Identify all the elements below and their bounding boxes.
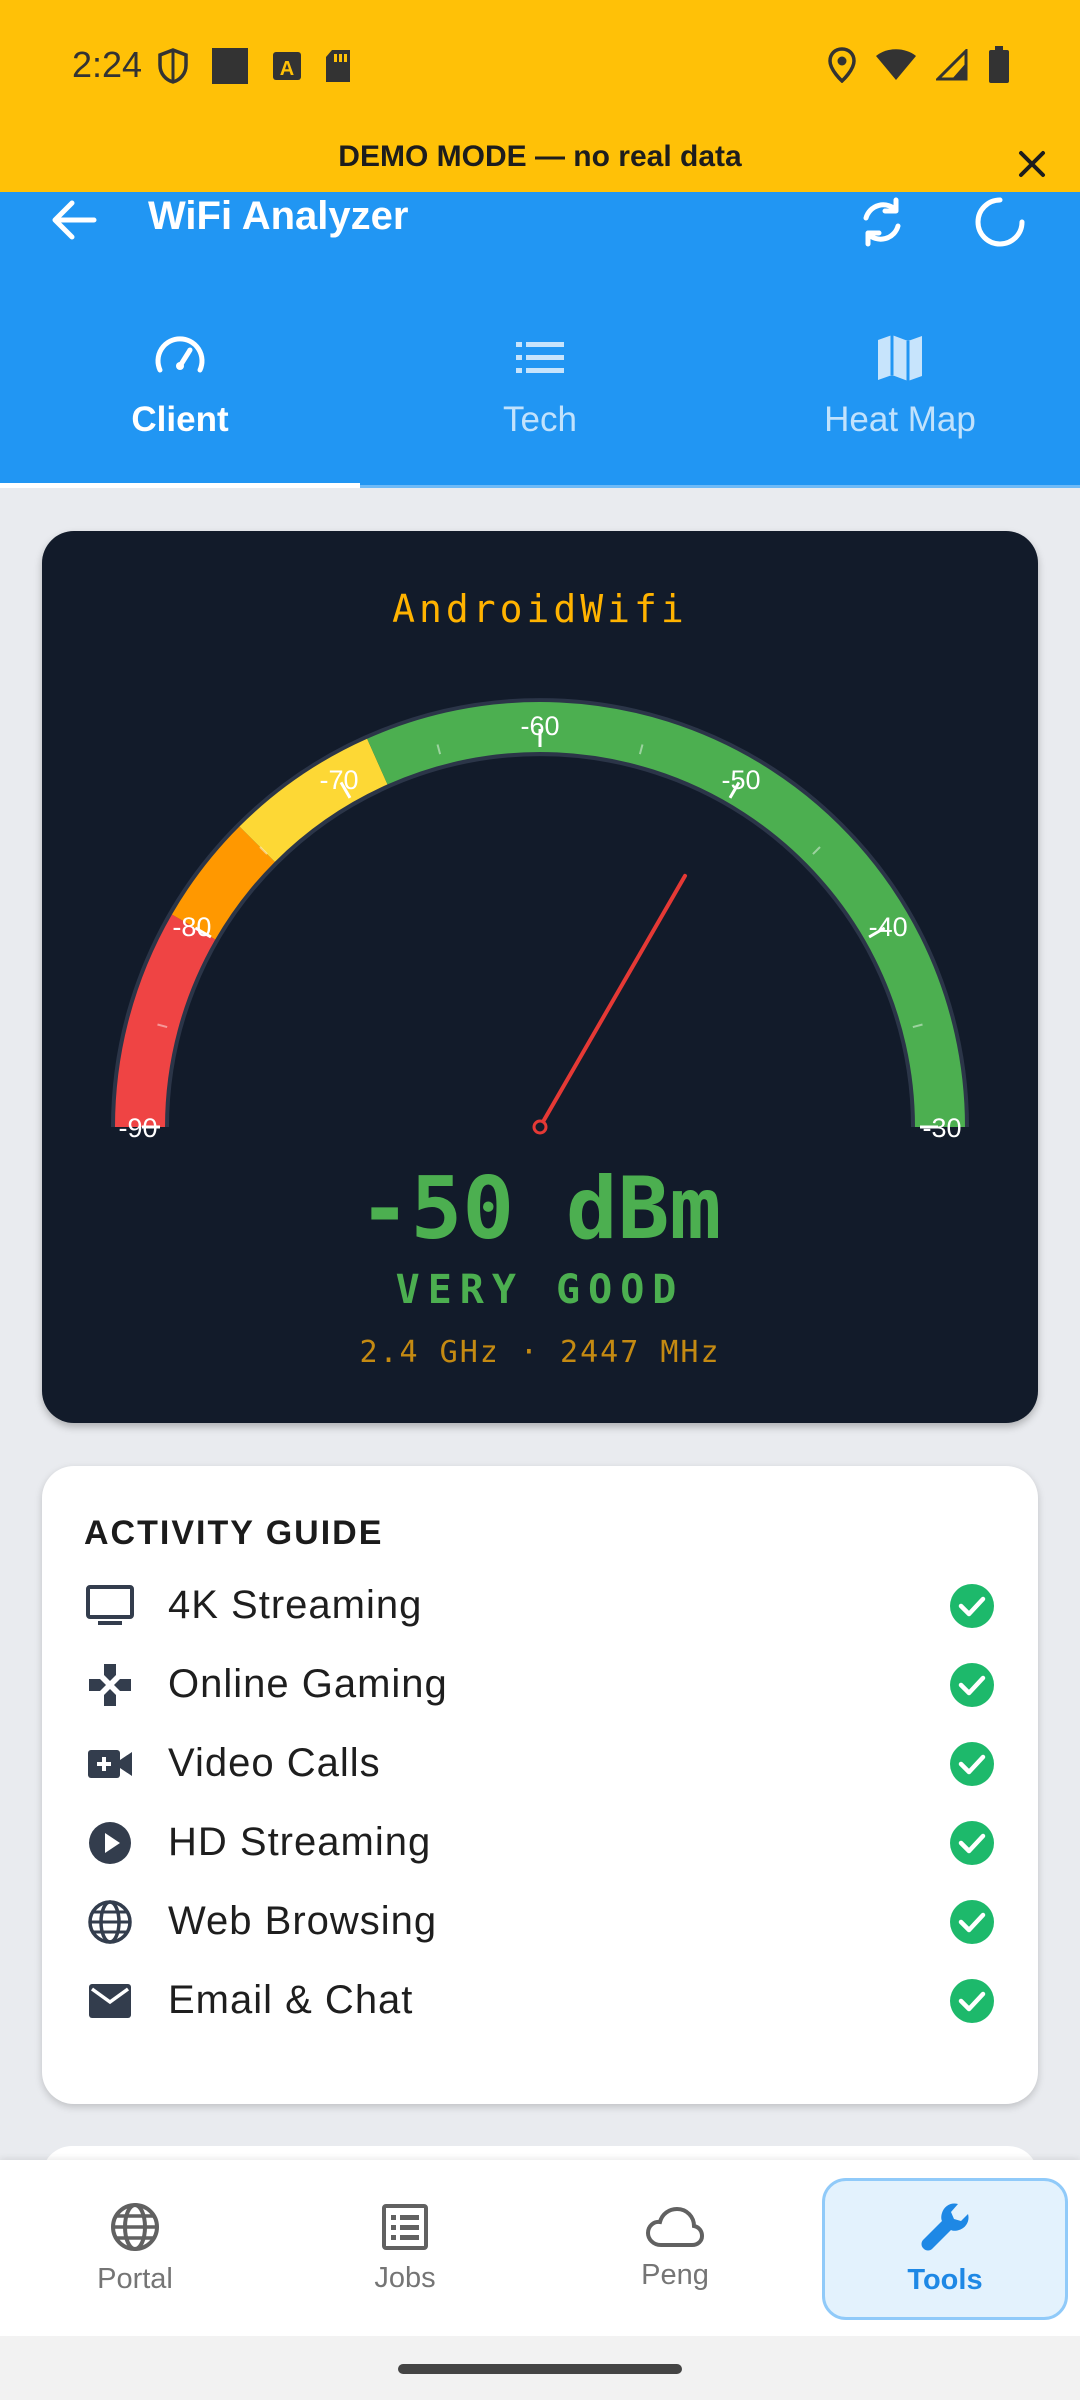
bottom-navigation: Portal Jobs Peng Tools <box>0 2160 1080 2336</box>
cloud-icon <box>645 2206 705 2247</box>
activity-label: Email & Chat <box>168 1978 414 2022</box>
location-icon <box>828 47 856 83</box>
font-icon: A <box>273 52 301 80</box>
monitor-icon <box>86 1584 134 1625</box>
tab-label: Tech <box>503 400 577 439</box>
check-circle-icon <box>950 1583 994 1628</box>
tab-client[interactable]: Client <box>0 322 360 488</box>
globe-icon <box>88 1899 132 1944</box>
list-item: Online Gaming <box>84 1645 996 1724</box>
list-item: HD Streaming <box>84 1803 996 1882</box>
demo-mode-banner: DEMO MODE — no real data <box>338 140 742 173</box>
ssid-label: AndroidWifi <box>392 587 688 631</box>
loading-spinner-icon <box>975 197 1025 247</box>
tab-label: Client <box>131 400 229 439</box>
list-item: Web Browsing <box>84 1882 996 1961</box>
list-item: Video Calls <box>84 1724 996 1803</box>
tab-label: Heat Map <box>824 400 976 439</box>
activity-label: Web Browsing <box>168 1899 438 1943</box>
nav-label: Tools <box>907 2263 983 2296</box>
nav-label: Portal <box>97 2262 173 2295</box>
activity-label: Video Calls <box>168 1741 381 1785</box>
list-icon <box>516 342 564 373</box>
shield-icon <box>158 48 188 84</box>
close-icon[interactable] <box>1012 144 1052 184</box>
signal-quality-label: VERY GOOD <box>395 1267 685 1313</box>
activity-list: 4K Streaming Online Gaming Video Calls H… <box>84 1566 996 2040</box>
svg-text:A: A <box>280 58 294 80</box>
gauge-tick-label: -80 <box>172 912 211 942</box>
speedometer-icon <box>155 336 205 373</box>
activity-guide-card: ACTIVITY GUIDE 4K Streaming Online Gamin… <box>42 1466 1038 2104</box>
signal-gauge: -90 -80 -70 -60 -50 -40 -30 <box>111 698 969 1143</box>
signal-icon <box>936 49 968 81</box>
battery-icon <box>989 46 1009 83</box>
video-call-icon <box>88 1749 132 1778</box>
gauge-tick-label: -70 <box>319 765 358 795</box>
nav-label: Jobs <box>374 2261 436 2294</box>
check-circle-icon <box>950 1741 994 1786</box>
gauge-tick-label: -30 <box>922 1113 961 1143</box>
gamepad-icon <box>89 1663 131 1706</box>
check-circle-icon <box>950 1662 994 1707</box>
list-box-icon <box>382 2203 428 2250</box>
frequency-label: 2.4 GHz · 2447 MHz <box>359 1335 721 1370</box>
signal-strength-value: -50 dBm <box>358 1159 722 1259</box>
signal-gauge-card: AndroidWifi -90 -80 -70 -60 -50 -40 -30 -50 dB… <box>42 531 1038 1423</box>
activity-guide-title: ACTIVITY GUIDE <box>84 1514 384 1552</box>
check-circle-icon <box>950 1820 994 1865</box>
sd-card-icon <box>326 50 350 82</box>
page-title: WiFi Analyzer <box>148 194 409 238</box>
list-item: Email & Chat <box>84 1961 996 2040</box>
status-right-icons <box>828 46 1010 84</box>
wifi-icon <box>876 49 916 80</box>
home-gesture-bar[interactable] <box>398 2364 682 2374</box>
gauge-needle-pivot <box>532 1119 548 1135</box>
tab-divider <box>360 485 1080 488</box>
gauge-tick-label: -90 <box>118 1113 157 1143</box>
nav-tools[interactable]: Tools <box>810 2160 1080 2336</box>
activity-label: Online Gaming <box>168 1662 448 1706</box>
check-circle-icon <box>950 1978 994 2023</box>
app-bar: WiFi Analyzer Client Tech Heat Map <box>0 192 1080 488</box>
tab-tech[interactable]: Tech <box>360 322 720 488</box>
check-circle-icon <box>950 1899 994 1944</box>
map-icon <box>878 335 922 381</box>
gauge-tick-label: -40 <box>869 912 908 942</box>
activity-label: 4K Streaming <box>168 1583 423 1627</box>
gauge-tick-label: -60 <box>520 711 559 741</box>
sync-icon[interactable] <box>852 192 912 252</box>
gauge-needle <box>538 873 687 1129</box>
tab-bar: Client Tech Heat Map <box>0 322 1080 488</box>
globe-icon <box>111 2202 159 2251</box>
nav-label: Peng <box>641 2258 709 2291</box>
nav-jobs[interactable]: Jobs <box>270 2160 540 2336</box>
square-icon <box>212 48 248 84</box>
status-left-icons: A <box>158 46 352 86</box>
status-time: 2:24 <box>72 44 143 85</box>
wrench-icon <box>921 2202 969 2250</box>
nav-peng[interactable]: Peng <box>540 2160 810 2336</box>
list-item: 4K Streaming <box>84 1566 996 1645</box>
status-bar: 2:24 A DEMO MODE — no real data <box>0 0 1080 192</box>
mail-icon <box>89 1983 131 2018</box>
nav-portal[interactable]: Portal <box>0 2160 270 2336</box>
back-arrow-icon[interactable] <box>46 192 102 248</box>
activity-label: HD Streaming <box>168 1820 432 1864</box>
tab-heat-map[interactable]: Heat Map <box>720 322 1080 488</box>
gauge-track <box>111 698 969 1128</box>
gauge-tick-label: -50 <box>721 765 760 795</box>
play-circle-icon <box>89 1821 131 1864</box>
